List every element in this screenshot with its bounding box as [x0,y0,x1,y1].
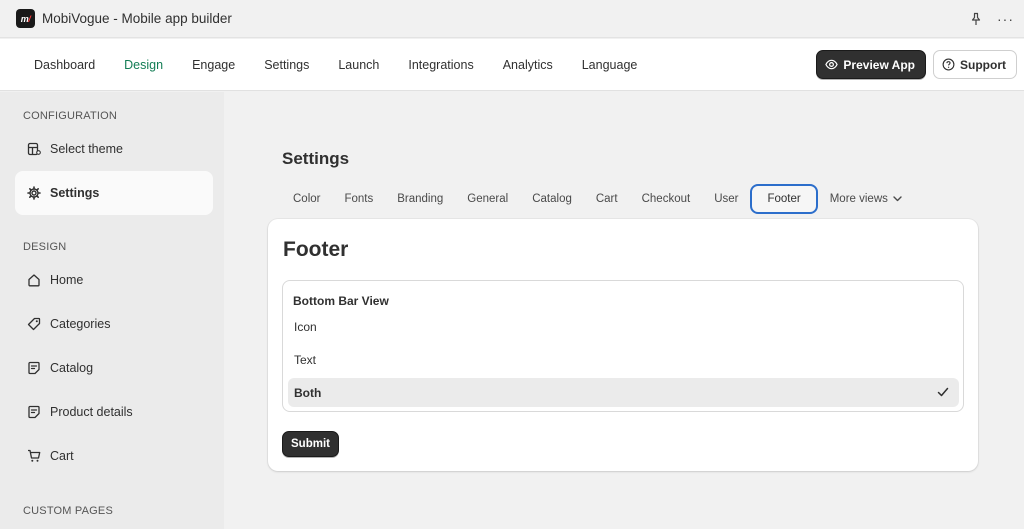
sidebar-item-label: Catalog [50,361,94,375]
sidebar-item-label: Categories [50,317,111,331]
app-logo: m / [16,9,35,28]
sidebar-item-catalog[interactable]: Catalog [15,346,213,390]
submit-button[interactable]: Submit [282,431,339,457]
sidebar: CONFIGURATION Select theme Settings DESI… [0,92,224,529]
tab-color[interactable]: Color [281,184,332,214]
support-label: Support [960,57,1006,72]
bottom-bar-view-listbox: Bottom Bar View Icon Text Both [282,280,964,412]
page-title: Settings [282,149,350,168]
cart-icon [27,449,41,463]
nav-launch[interactable]: Launch [338,58,379,72]
sidebar-item-product-details[interactable]: Product details [15,390,213,434]
note-icon [27,405,41,419]
option-both[interactable]: Both [288,378,959,407]
sidebar-item-categories[interactable]: Categories [15,302,213,346]
tab-branding[interactable]: Branding [385,184,455,214]
option-label: Icon [294,319,317,334]
settings-tabs: Color Fonts Branding General Catalog Car… [281,184,914,214]
footer-settings-card: Footer Bottom Bar View Icon Text Both Su… [268,219,978,471]
theme-icon [27,142,41,156]
pin-icon[interactable] [969,12,983,26]
nav-design[interactable]: Design [124,58,163,72]
help-icon [942,58,955,71]
sidebar-item-select-theme[interactable]: Select theme [15,127,213,171]
nav-settings[interactable]: Settings [264,58,309,72]
tab-fonts[interactable]: Fonts [332,184,385,214]
tab-cart[interactable]: Cart [584,184,630,214]
ellipsis-icon[interactable]: ··· [997,12,1014,26]
preview-app-label: Preview App [843,57,915,72]
sidebar-item-label: Select theme [50,142,123,156]
option-text[interactable]: Text [288,345,959,374]
more-views-dropdown[interactable]: More views [818,184,914,214]
design-section-title: DESIGN [23,241,67,253]
eye-icon [825,59,839,70]
chevron-down-icon [893,196,902,202]
nav-dashboard[interactable]: Dashboard [34,58,95,72]
tab-catalog[interactable]: Catalog [520,184,584,214]
option-label: Both [294,385,322,400]
sidebar-item-label: Settings [50,186,100,200]
custom-pages-section-title: CUSTOM PAGES [23,505,114,517]
nav-analytics[interactable]: Analytics [503,58,553,72]
sidebar-item-cart[interactable]: Cart [15,434,213,478]
card-title: Footer [283,238,349,261]
note-icon [27,361,41,375]
tab-user[interactable]: User [702,184,750,214]
support-button[interactable]: Support [933,50,1017,79]
tag-icon [27,317,41,331]
sidebar-item-home[interactable]: Home [15,258,213,302]
more-views-label: More views [829,193,888,205]
nav-language[interactable]: Language [582,58,638,72]
sidebar-item-settings[interactable]: Settings [15,171,213,215]
nav-engage[interactable]: Engage [192,58,235,72]
configuration-section-title: CONFIGURATION [23,110,118,122]
checkmark-icon [937,387,949,397]
sidebar-item-label: Home [50,273,84,287]
tab-checkout[interactable]: Checkout [630,184,703,214]
nav-integrations[interactable]: Integrations [408,58,473,72]
gear-icon [27,186,41,200]
sidebar-item-label: Cart [50,449,74,463]
home-icon [27,273,41,287]
tab-footer[interactable]: Footer [750,184,818,214]
preview-app-button[interactable]: Preview App [816,50,926,79]
top-navigation: Dashboard Design Engage Settings Launch … [0,39,1024,91]
option-label: Text [294,352,317,367]
option-icon[interactable]: Icon [288,312,959,341]
tab-general[interactable]: General [455,184,520,214]
listbox-title: Bottom Bar View [293,294,389,308]
window-title: MobiVogue - Mobile app builder [42,11,232,26]
sidebar-item-label: Product details [50,405,133,419]
window-titlebar: m / MobiVogue - Mobile app builder ··· [0,0,1024,38]
